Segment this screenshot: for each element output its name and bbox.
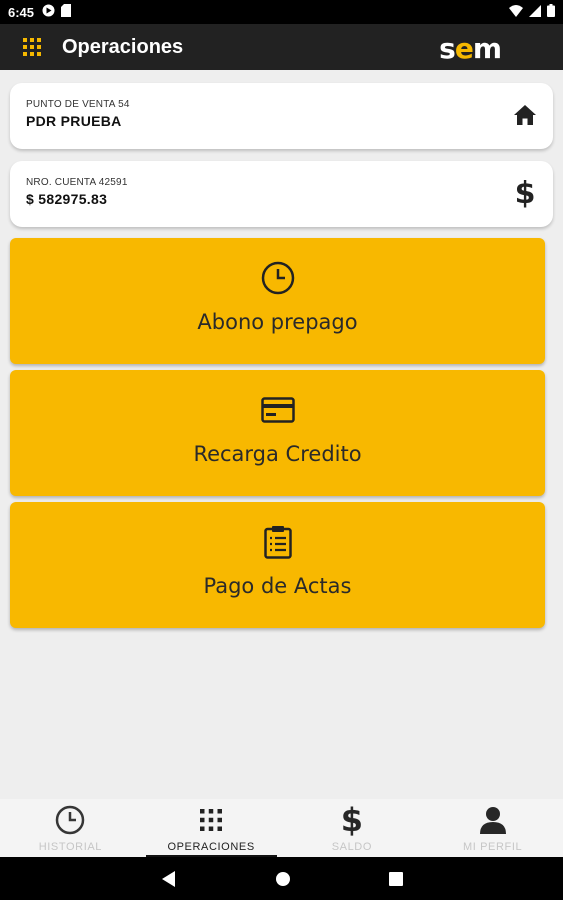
wifi-icon <box>509 4 523 20</box>
nav-historial-label: HISTORIAL <box>38 841 103 853</box>
nav-mi-perfil[interactable]: MI PERFIL <box>422 799 563 857</box>
clock-icon <box>55 803 85 837</box>
nav-operaciones[interactable]: OPERACIONES <box>141 799 282 857</box>
google-play-icon <box>42 4 55 20</box>
cuenta-card[interactable]: NRO. CUENTA 42591 $ 582975.83 $ <box>10 161 553 227</box>
sd-card-icon <box>61 4 72 20</box>
cuenta-label: NRO. CUENTA 42591 <box>26 177 128 188</box>
nav-saldo[interactable]: $ SALDO <box>282 799 423 857</box>
pago-actas-label: Pago de Actas <box>203 574 352 598</box>
back-icon[interactable] <box>161 870 177 888</box>
cuenta-balance: $ 582975.83 <box>26 191 108 207</box>
battery-icon <box>547 4 555 20</box>
recarga-credito-button[interactable]: Recarga Credito <box>10 370 545 496</box>
grid-icon <box>199 803 223 837</box>
clock-icon <box>261 260 295 296</box>
nav-historial[interactable]: HISTORIAL <box>0 799 141 857</box>
dollar-icon[interactable]: $ <box>511 176 539 211</box>
status-time: 6:45 <box>8 4 35 20</box>
recarga-credito-label: Recarga Credito <box>193 442 362 466</box>
home-icon[interactable] <box>511 101 539 129</box>
app-bar: Operaciones sem <box>0 24 563 70</box>
person-icon <box>479 803 506 837</box>
nav-operaciones-label: OPERACIONES <box>167 841 255 853</box>
grid-menu-button[interactable] <box>20 35 44 59</box>
status-bar: 6:45 <box>0 0 563 24</box>
home-circle-icon[interactable] <box>275 871 291 887</box>
page-title: Operaciones <box>62 35 184 58</box>
abono-prepago-button[interactable]: Abono prepago <box>10 238 545 364</box>
credit-card-icon <box>260 392 295 428</box>
nav-saldo-label: SALDO <box>331 841 373 853</box>
punto-venta-card[interactable]: PUNTO DE VENTA 54 PDR PRUEBA <box>10 83 553 149</box>
cell-signal-icon <box>529 4 541 20</box>
sem-logo: sem <box>439 32 502 65</box>
clipboard-icon <box>263 524 292 560</box>
pago-actas-button[interactable]: Pago de Actas <box>10 502 545 628</box>
system-nav-bar <box>0 857 563 900</box>
abono-prepago-label: Abono prepago <box>197 310 358 334</box>
dollar-icon: $ <box>340 801 363 839</box>
nav-mi-perfil-label: MI PERFIL <box>463 841 523 853</box>
grid-icon <box>23 38 41 56</box>
bottom-navigation: HISTORIAL OPERACIONES $ SALDO MI PERFIL <box>0 799 563 857</box>
punto-venta-label: PUNTO DE VENTA 54 <box>26 99 130 110</box>
punto-venta-value: PDR PRUEBA <box>26 113 122 129</box>
recents-icon[interactable] <box>388 871 403 886</box>
